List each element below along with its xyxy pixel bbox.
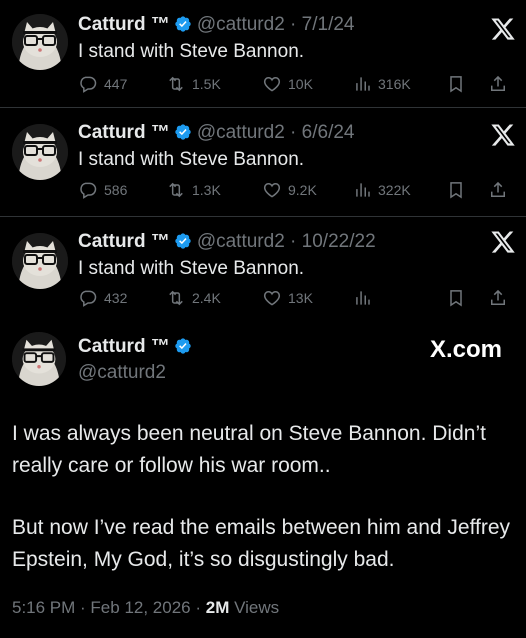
reply-icon <box>78 74 98 94</box>
tweet-text: I stand with Steve Bannon. <box>78 149 305 170</box>
xcom-watermark: X.com <box>430 336 503 363</box>
bookmark-icon <box>446 288 466 308</box>
share-icon <box>488 288 508 308</box>
bookmark-icon <box>446 180 466 200</box>
tweet-text: I stand with Steve Bannon. <box>78 41 305 62</box>
verified-badge-icon <box>174 337 192 355</box>
heart-icon <box>262 74 282 94</box>
handle[interactable]: @catturd2 · 10/22/22 <box>197 231 376 252</box>
display-name[interactable]: Catturd ™ <box>78 336 192 358</box>
heart-icon <box>262 180 282 200</box>
share-icon <box>488 74 508 94</box>
post-meta: 5:16 PM · Feb 12, 2026 · 2M Views <box>12 598 280 617</box>
x-logo-icon <box>490 16 516 42</box>
reply-button[interactable]: 432 <box>78 288 127 308</box>
post-time[interactable]: 5:16 PM <box>12 598 75 617</box>
reply-icon <box>78 288 98 308</box>
reply-icon <box>78 180 98 200</box>
post-paragraph-2: But now I’ve read the emails between him… <box>12 516 511 571</box>
handle[interactable]: @catturd2 · 6/6/24 <box>197 122 355 143</box>
reply-count: 447 <box>104 76 128 92</box>
x-logo-icon <box>490 229 516 255</box>
repost-icon <box>166 288 186 308</box>
like-button[interactable]: 10K <box>262 74 313 94</box>
repost-button[interactable]: 1.5K <box>166 74 221 94</box>
heart-icon <box>262 288 282 308</box>
verified-badge-icon <box>174 232 192 250</box>
like-button[interactable]: 9.2K <box>262 180 317 200</box>
post-date[interactable]: Feb 12, 2026 <box>90 598 190 617</box>
repost-count: 2.4K <box>192 290 221 306</box>
views-icon <box>352 74 372 94</box>
display-name[interactable]: Catturd ™ <box>78 122 170 143</box>
bookmark-button[interactable] <box>446 288 466 308</box>
repost-icon <box>166 180 186 200</box>
views-label: Views <box>234 598 280 617</box>
repost-icon <box>166 74 186 94</box>
avatar[interactable] <box>12 124 68 180</box>
share-button[interactable] <box>488 288 508 308</box>
main-post: Catturd ™ @catturd2 X.com I was always b… <box>0 322 526 638</box>
handle[interactable]: @catturd2 · 7/1/24 <box>197 14 355 35</box>
tweet-actions: 447 1.5K 10K 316K <box>78 74 508 98</box>
verified-badge-icon <box>174 123 192 141</box>
x-logo-icon <box>490 122 516 148</box>
tweet-actions: 432 2.4K 13K <box>78 288 508 312</box>
avatar[interactable] <box>12 332 66 386</box>
share-button[interactable] <box>488 180 508 200</box>
tweet-3[interactable]: Catturd ™ @catturd2 · 10/22/22 I stand wi… <box>0 217 526 321</box>
tweet-text: I stand with Steve Bannon. <box>78 258 305 279</box>
tweet-1[interactable]: Catturd ™ @catturd2 · 7/1/24 I stand with… <box>0 0 526 107</box>
reply-count: 586 <box>104 182 128 198</box>
like-button[interactable]: 13K <box>262 288 313 308</box>
views-count: 322K <box>378 182 411 198</box>
post-paragraph-1: I was always been neutral on Steve Banno… <box>12 422 486 477</box>
repost-count: 1.5K <box>192 76 221 92</box>
tweet-actions: 586 1.3K 9.2K 322K <box>78 180 508 204</box>
views-button[interactable]: 322K <box>352 180 411 200</box>
verified-badge-icon <box>174 15 192 33</box>
tweet-2[interactable]: Catturd ™ @catturd2 · 6/6/24 I stand with… <box>0 108 526 216</box>
share-button[interactable] <box>488 74 508 94</box>
bookmark-icon <box>446 74 466 94</box>
views-button[interactable] <box>352 288 378 308</box>
like-count: 10K <box>288 76 313 92</box>
reply-count: 432 <box>104 290 128 306</box>
like-count: 13K <box>288 290 313 306</box>
tweet-header: Catturd ™ @catturd2 · 6/6/24 <box>78 122 355 144</box>
views-button[interactable]: 316K <box>352 74 411 94</box>
like-count: 9.2K <box>288 182 317 198</box>
share-icon <box>488 180 508 200</box>
reply-button[interactable]: 447 <box>78 74 127 94</box>
views-icon <box>352 288 372 308</box>
views-count: 316K <box>378 76 411 92</box>
display-name[interactable]: Catturd ™ <box>78 231 170 252</box>
bookmark-button[interactable] <box>446 74 466 94</box>
repost-button[interactable]: 2.4K <box>166 288 221 308</box>
display-name[interactable]: Catturd ™ <box>78 14 170 35</box>
bookmark-button[interactable] <box>446 180 466 200</box>
views-count: 2M <box>205 598 230 617</box>
handle[interactable]: @catturd2 <box>78 362 166 384</box>
reply-button[interactable]: 586 <box>78 180 127 200</box>
avatar[interactable] <box>12 233 68 289</box>
repost-count: 1.3K <box>192 182 221 198</box>
tweet-header: Catturd ™ @catturd2 · 7/1/24 <box>78 14 355 36</box>
repost-button[interactable]: 1.3K <box>166 180 221 200</box>
tweet-header: Catturd ™ @catturd2 · 10/22/22 <box>78 231 376 253</box>
views-icon <box>352 180 372 200</box>
avatar[interactable] <box>12 14 68 70</box>
